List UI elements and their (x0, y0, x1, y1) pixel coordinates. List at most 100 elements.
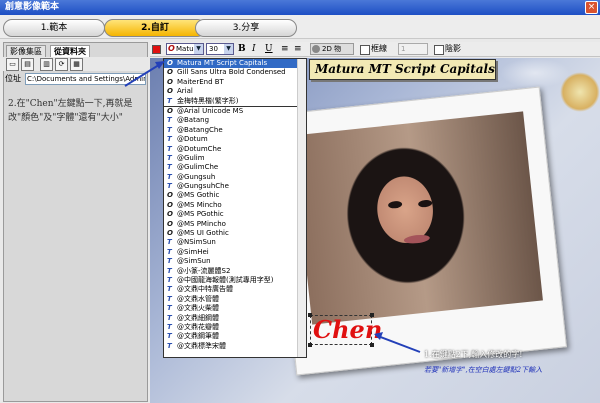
font-list-item[interactable]: T @SimHei (164, 248, 306, 257)
font-list-item[interactable]: T @文鼎中特廣告體 (164, 285, 306, 294)
opentype-font-icon: O (167, 191, 173, 200)
truetype-font-icon: T (167, 341, 172, 350)
font-list-item[interactable]: T @文鼎花瓣體 (164, 323, 306, 332)
truetype-font-icon: T (167, 304, 172, 313)
truetype-font-icon: T (167, 275, 172, 284)
font-list-item[interactable]: O @MS PMincho (164, 220, 306, 229)
font-list-item-label: @SimHei (177, 247, 209, 256)
font-list-item[interactable]: O @Arial Unicode MS (164, 107, 306, 116)
font-list-item[interactable]: T @SimSun (164, 257, 306, 266)
resize-handle[interactable] (308, 313, 312, 317)
step-3-button[interactable]: 3.分享 (195, 19, 297, 37)
font-list-item[interactable]: O @MS UI Gothic (164, 229, 306, 238)
font-list-item[interactable]: T 金梅特黑楷(繁字形) (164, 97, 306, 107)
font-list-item[interactable]: T @中國龍海報體(測試專用字型) (164, 276, 306, 285)
font-list-item[interactable]: T @BatangChe (164, 126, 306, 135)
folder-icon[interactable]: ▭ (6, 58, 19, 71)
border-width-stepper[interactable]: 1 (398, 43, 428, 55)
font-preview-tooltip: Matura MT Script Capitals (309, 59, 496, 80)
font-list-item[interactable]: T @文鼎鋼筆體 (164, 332, 306, 341)
italic-button[interactable]: I (252, 44, 256, 55)
font-list-item-label: @文鼎花瓣體 (177, 322, 219, 331)
font-list-item[interactable]: T @NSimSun (164, 238, 306, 247)
shadow-checkbox-label: 陰影 (445, 44, 461, 53)
font-list-item-label: @Arial Unicode MS (177, 106, 244, 115)
font-list-item-label: @Gulim (177, 153, 205, 162)
border-checkbox[interactable] (360, 45, 370, 55)
refresh-icon[interactable]: ⟳ (55, 58, 68, 71)
font-list-item[interactable]: O @MS Mincho (164, 201, 306, 210)
font-list-item-label: @NSimSun (177, 238, 216, 247)
font-list-item[interactable]: T @GungsuhChe (164, 182, 306, 191)
text-color-swatch[interactable] (152, 45, 161, 54)
truetype-font-icon: T (167, 266, 172, 275)
truetype-font-icon: T (167, 313, 172, 322)
font-list-item-label: MaiterEnd BT (177, 77, 224, 86)
underline-button[interactable]: U (265, 44, 273, 55)
font-list-item[interactable]: O @MS Gothic (164, 191, 306, 200)
font-list-item[interactable]: O Arial (164, 87, 306, 96)
import-icon[interactable]: ▤ (21, 58, 34, 71)
chevron-down-icon[interactable]: ▼ (224, 44, 233, 54)
border-checkbox-label: 框線 (371, 44, 387, 53)
step-2-button[interactable]: 2.自訂 (104, 19, 206, 37)
opentype-font-icon: O (167, 200, 173, 209)
font-list-item[interactable]: T @小篆-流麗體S2 (164, 267, 306, 276)
opentype-font-icon: O (167, 68, 173, 77)
edit-annotation: 1.在鍵點2下,輸入修改的字! (424, 350, 523, 359)
address-row: 位址 C:\Documents and Settings\Administrat… (3, 73, 148, 85)
step-1-button[interactable]: 1.範本 (3, 19, 105, 37)
truetype-font-icon: T (167, 172, 172, 181)
font-list-item[interactable]: T @Batang (164, 116, 306, 125)
font-list-item-label: @MS Gothic (177, 191, 220, 200)
opentype-font-icon: O (167, 59, 173, 67)
font-list-item-label: @Gungsuh (177, 172, 216, 181)
bold-button[interactable]: B (238, 44, 246, 55)
font-list-item[interactable]: T @文鼎細鋼體 (164, 314, 306, 323)
align-left-icon[interactable]: ≡ (281, 44, 289, 55)
font-list-item-label: @文鼎標準宋體 (177, 341, 226, 350)
font-list-item-label: Gill Sans Ultra Bold Condensed (177, 68, 286, 77)
resize-handle[interactable] (308, 343, 312, 347)
truetype-font-icon: T (167, 163, 172, 172)
align-center-icon[interactable]: ≡ (294, 44, 302, 55)
font-list-item-label: @MS PGothic (177, 210, 224, 219)
photo-detail (387, 200, 403, 209)
font-list-item-label: @小篆-流麗體S2 (177, 266, 231, 275)
photo-image (292, 111, 543, 325)
font-list-item[interactable]: T @Gungsuh (164, 173, 306, 182)
address-input[interactable]: C:\Documents and Settings\Administrator (25, 73, 146, 85)
font-list-item[interactable]: O MaiterEnd BT (164, 78, 306, 87)
chevron-down-icon[interactable]: ▼ (194, 44, 203, 54)
font-list-item-label: @文鼎水管體 (177, 294, 219, 303)
canvas-text-object[interactable]: Chen (308, 313, 382, 347)
font-list-scrollbar[interactable] (297, 59, 306, 357)
font-list-item[interactable]: T @文鼎標準宋體 (164, 342, 306, 351)
truetype-font-icon: T (167, 153, 172, 162)
left-panel: 影像集區 從資料夾 (3, 42, 148, 402)
split-icon[interactable]: ▥ (40, 58, 53, 71)
font-list-item[interactable]: T @Gulim (164, 154, 306, 163)
truetype-font-icon: T (167, 238, 172, 247)
shadow-checkbox[interactable] (434, 45, 444, 55)
font-list-item[interactable]: T @文鼎火柴體 (164, 304, 306, 313)
window-title: 創意影像範本 (5, 2, 60, 12)
truetype-font-icon: T (167, 144, 172, 153)
font-list-item[interactable]: O Matura MT Script Capitals (164, 59, 306, 69)
font-list-item[interactable]: T @文鼎水管體 (164, 295, 306, 304)
font-dropdown-list[interactable]: O Matura MT Script Capitals O Gill Sans Ult… (163, 58, 307, 358)
font-list-item-label: @Dotum (177, 135, 208, 144)
font-list-item-label: @中國龍海報體(測試專用字型) (177, 275, 274, 284)
truetype-font-icon: T (167, 247, 172, 256)
font-list-item[interactable]: T @GulimChe (164, 163, 306, 172)
resize-handle[interactable] (370, 313, 374, 317)
resize-handle[interactable] (370, 343, 374, 347)
font-list-item[interactable]: T @DotumChe (164, 145, 306, 154)
font-size-select[interactable]: 30 ▼ (206, 43, 234, 55)
font-list-item[interactable]: O @MS PGothic (164, 210, 306, 219)
font-list-item[interactable]: O Gill Sans Ultra Bold Condensed (164, 68, 306, 77)
close-button[interactable]: × (585, 1, 598, 14)
font-list-item[interactable]: T @Dotum (164, 135, 306, 144)
font-list-item-label: @SimSun (177, 257, 211, 266)
view-icon[interactable]: ▦ (70, 58, 83, 71)
